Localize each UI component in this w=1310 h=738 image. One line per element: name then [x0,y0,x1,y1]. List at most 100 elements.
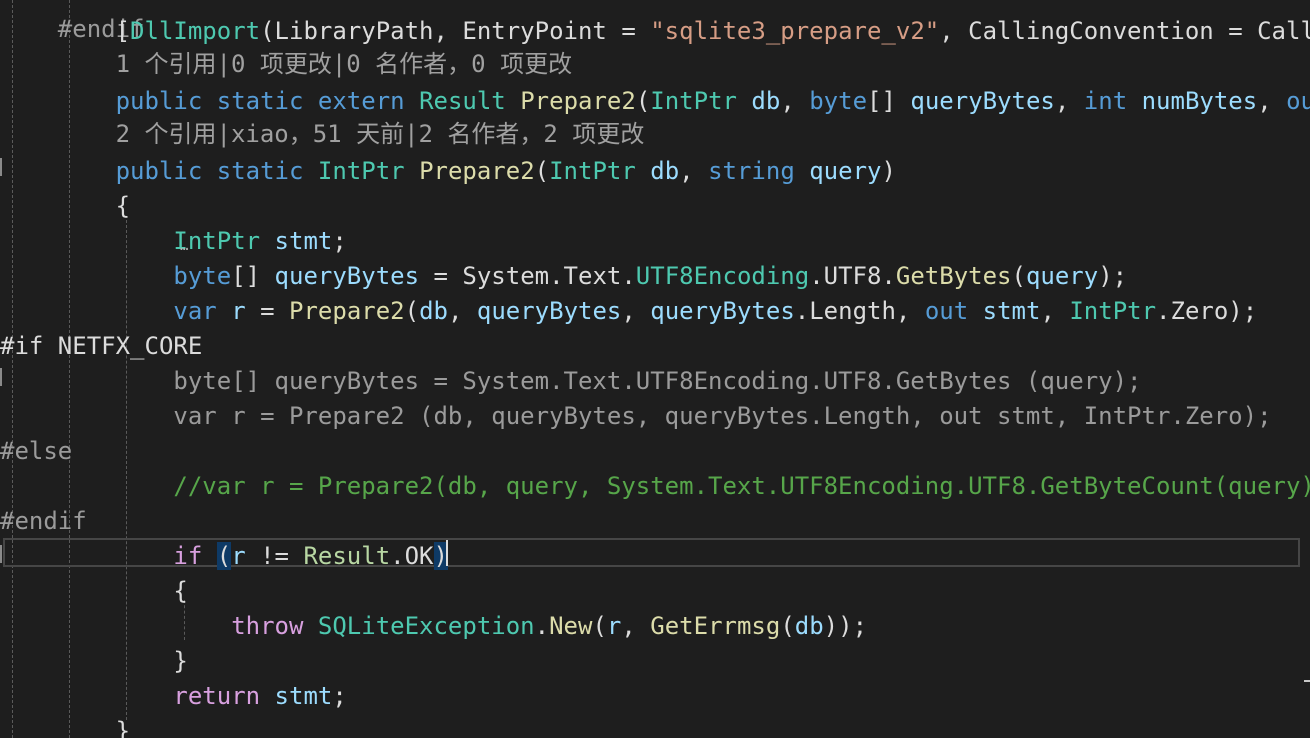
code-token: byte[] queryBytes = System.Text.UTF8Enco… [173,367,1142,395]
code-token: return [173,682,261,710]
code-token: , [1054,87,1084,115]
code-token: Result [419,87,506,115]
code-token: , [1040,297,1070,325]
code-token: , [621,612,651,640]
code-lens-line[interactable]: 2 个引用|xiao，51 天前|2 名作者，2 项更改 [0,119,645,149]
code-token: Result [303,542,391,570]
code-token: IntPtr [317,157,405,185]
code-line[interactable]: var r = Prepare2(db, queryBytes, queryBy… [0,294,1257,328]
code-token: stmt [274,227,333,255]
code-line[interactable]: byte[] queryBytes = System.Text.UTF8Enco… [0,364,1142,398]
code-line[interactable]: byte[] queryBytes = System.Text.UTF8Enco… [0,259,1127,293]
code-token: .UTF8. [809,262,896,290]
code-line[interactable]: var r = Prepare2 (db, queryBytes, queryB… [0,399,1272,433]
code-lens-text[interactable]: 2 个引用|xiao，51 天前|2 名作者，2 项更改 [116,120,645,148]
code-line[interactable]: #if NETFX_CORE [0,329,202,363]
code-line[interactable]: IntPtr stmt; [0,224,347,258]
code-token: var r = Prepare2 (db, queryBytes, queryB… [173,402,1272,430]
code-token: .OK [390,542,434,570]
code-line[interactable]: { [0,574,187,608]
code-token: != [245,542,304,570]
code-token: IntPtr [549,157,636,185]
code-token: ( [534,157,550,185]
code-line[interactable]: public static extern Result Prepare2(Int… [0,84,1310,118]
code-token: extern [317,87,405,115]
code-line[interactable]: if (r != Result.OK) [0,539,448,573]
code-token: queryBytes [274,262,420,290]
code-token: query [1025,262,1099,290]
code-line[interactable]: //var r = Prepare2(db, query, System.Tex… [0,469,1310,503]
code-token: } [173,647,188,675]
code-token: var [173,297,217,325]
code-token: string [708,157,795,185]
code-token: numBytes [1141,87,1258,115]
code-token: if [173,542,203,570]
code-line[interactable]: { [0,189,130,223]
code-token: ( [780,612,795,640]
code-line-fragment: #endif [0,0,145,43]
code-token: Prepare2 [419,157,535,185]
code-line[interactable]: throw SQLiteException.New(r, GetErrmsg(d… [0,609,867,643]
code-line[interactable]: #else [0,434,72,468]
code-token: #if NETFX_CORE [0,332,203,360]
code-token: byte [173,262,232,290]
code-token: queryBytes [650,297,795,325]
code-token: (LibraryPath, EntryPoint = [260,17,651,45]
code-token: public [115,87,203,115]
code-line[interactable]: } [0,714,130,738]
code-line[interactable]: [DllImport(LibraryPath, EntryPoint = "sq… [0,14,1310,48]
code-token: byte [809,87,868,115]
code-lens-line[interactable]: 1 个引用|0 项更改|0 名作者，0 项更改 [0,49,573,79]
code-token: "sqlite3_prepare_v2" [650,17,940,45]
code-token: public [115,157,203,185]
code-token: ; [332,682,347,710]
code-token: stmt [274,682,333,710]
code-token: ( [216,542,232,570]
code-lens-text[interactable]: 1 个引用|0 项更改|0 名作者，0 项更改 [116,50,573,78]
code-token: out [924,297,969,325]
code-line[interactable]: return stmt; [0,679,347,713]
code-token: ( [592,612,607,640]
code-token: static [216,87,304,115]
code-line[interactable]: public static IntPtr Prepare2(IntPtr db,… [0,154,896,188]
code-token: r [231,297,246,325]
code-token: )); [823,612,868,640]
code-token: ; [332,227,347,255]
code-line[interactable]: #endif [0,504,87,538]
code-token: UTF8Encoding [635,262,810,290]
code-token: IntPtr [650,87,737,115]
code-token: , CallingConvention = Call [939,17,1310,45]
code-line[interactable]: } [0,644,188,678]
code-token: , [621,297,651,325]
code-token: out [1286,87,1310,115]
code-token: { [115,192,131,220]
code-token: IntPtr [1069,297,1157,325]
code-token: DllImport [130,17,261,45]
code-token: ) [881,157,896,185]
code-token: queryBytes [476,297,622,325]
code-editor[interactable]: #endif [DllImport(LibraryPath, EntryPoin… [0,0,1310,738]
